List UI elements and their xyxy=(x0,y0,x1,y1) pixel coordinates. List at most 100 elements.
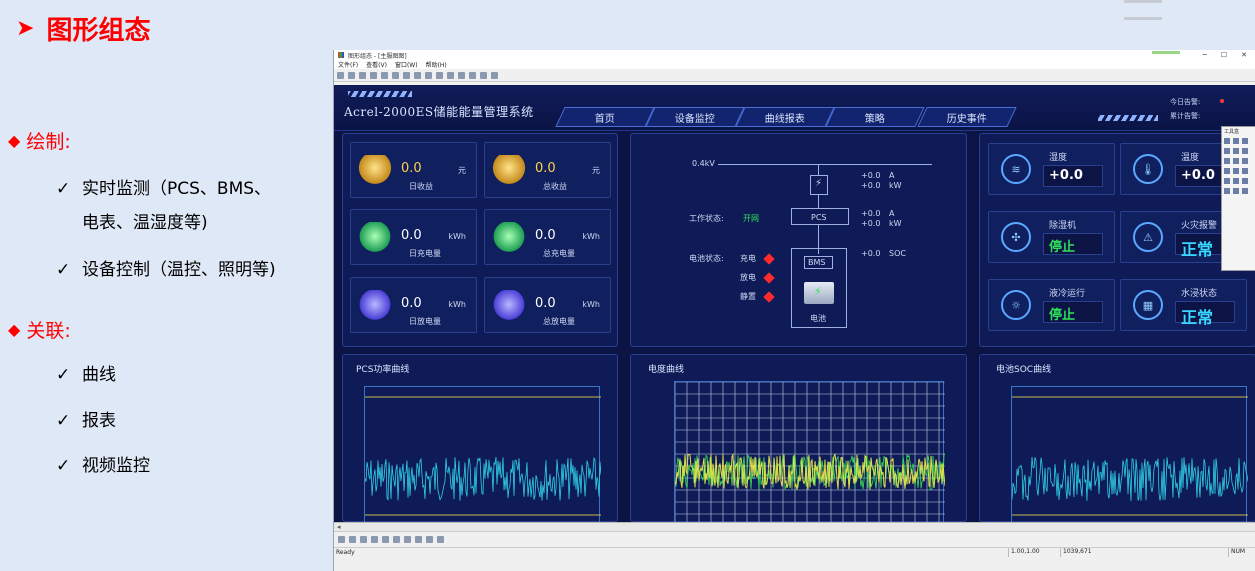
front-icon[interactable] xyxy=(415,536,422,543)
align-icon[interactable] xyxy=(469,71,476,79)
maximize-icon[interactable]: ☐ xyxy=(1221,51,1227,59)
meter-current-unit: A xyxy=(889,171,895,180)
check-icon: ✓ xyxy=(56,411,71,431)
layout-icon[interactable] xyxy=(338,536,345,543)
tool-icon[interactable] xyxy=(491,71,498,79)
toolbox-palette[interactable]: 工具盒 xyxy=(1221,126,1255,271)
total-charge-tile: 0.0 kWh 总充电量 xyxy=(484,209,611,265)
zoom-out-icon[interactable] xyxy=(436,71,443,79)
open-icon[interactable] xyxy=(348,71,355,79)
table-icon[interactable] xyxy=(1224,188,1230,194)
align-left-icon[interactable] xyxy=(349,536,356,543)
layer-icon[interactable] xyxy=(480,71,487,79)
align-center-icon[interactable] xyxy=(360,536,367,543)
total-charge-unit: kWh xyxy=(582,232,600,241)
toolbar xyxy=(334,69,1255,82)
chart-icon[interactable] xyxy=(1224,178,1230,184)
menu-help[interactable]: 帮助(H) xyxy=(426,60,447,69)
bms-label: BMS xyxy=(808,258,826,267)
list-item-text: 报表 xyxy=(82,411,116,431)
nav-device-monitor[interactable]: 设备监控 xyxy=(645,107,745,127)
status-ready: Ready xyxy=(336,549,355,556)
copy-icon[interactable] xyxy=(403,71,410,79)
run-icon[interactable] xyxy=(458,71,465,79)
horizontal-scrollbar[interactable]: ◂ xyxy=(334,522,1255,531)
day-income-icon xyxy=(357,155,393,187)
curve-icon[interactable] xyxy=(1242,158,1248,164)
decor-stripe xyxy=(348,91,412,97)
energy-plot xyxy=(674,381,946,522)
voltage-label: 0.4kV xyxy=(692,159,715,168)
minimize-icon[interactable]: ─ xyxy=(1203,51,1207,59)
total-discharge-unit: kWh xyxy=(582,300,600,309)
polygon-icon[interactable] xyxy=(1224,168,1230,174)
gauge-icon[interactable] xyxy=(1233,178,1239,184)
close-icon[interactable]: ✕ xyxy=(1241,51,1247,59)
total-charge-label: 总充电量 xyxy=(543,249,575,258)
progress-indicator xyxy=(1152,51,1180,54)
day-income-unit: 元 xyxy=(458,166,466,175)
nav-strategy[interactable]: 策略 xyxy=(825,107,925,127)
zoom-in-icon[interactable] xyxy=(425,71,432,79)
battery-icon: ⚡ xyxy=(804,282,834,304)
undo-icon[interactable] xyxy=(381,71,388,79)
list-item-text: 视频监控 xyxy=(82,456,150,476)
total-charge-icon xyxy=(491,222,527,254)
total-discharge-tile: 0.0 kWh 总放电量 xyxy=(484,277,611,333)
bullet-draw-text: 绘制: xyxy=(26,131,71,153)
video-icon[interactable] xyxy=(1242,188,1248,194)
rect-icon[interactable] xyxy=(1224,148,1230,154)
bullet-link: ◆ 关联: xyxy=(8,316,71,343)
cut-icon[interactable] xyxy=(392,71,399,79)
app-window: 图形组态 - [主服图图] ─ ☐ ✕ 文件(F) 查看(V) 窗口(W) 帮助… xyxy=(333,50,1255,571)
soc-trace xyxy=(1011,396,1249,516)
ungroup-icon[interactable] xyxy=(404,536,411,543)
day-discharge-tile: 0.0 kWh 日放电量 xyxy=(350,277,477,333)
day-income-label: 日收益 xyxy=(409,182,433,191)
check-icon: ✓ xyxy=(56,365,71,385)
list-item: ✓ 报表 xyxy=(56,404,116,438)
arc-icon[interactable] xyxy=(1233,158,1239,164)
round-rect-icon[interactable] xyxy=(1233,148,1239,154)
app-banner: Acrel-2000ES储能能量管理系统 首页 设备监控 曲线报表 策略 历史事… xyxy=(334,85,1255,131)
circle-icon[interactable] xyxy=(1242,148,1248,154)
menu-bar: 文件(F) 查看(V) 窗口(W) 帮助(H) xyxy=(334,60,1255,69)
grid-icon[interactable] xyxy=(447,71,454,79)
paste-icon[interactable] xyxy=(414,71,421,79)
app-icon xyxy=(338,52,344,58)
menu-view[interactable]: 查看(V) xyxy=(366,60,387,69)
pcs-power-plot xyxy=(364,386,602,522)
back-icon[interactable] xyxy=(426,536,433,543)
group-icon[interactable] xyxy=(393,536,400,543)
ellipse-icon[interactable] xyxy=(1224,158,1230,164)
menu-file[interactable]: 文件(F) xyxy=(338,60,358,69)
day-discharge-label: 日放电量 xyxy=(409,317,441,326)
check-icon: ✓ xyxy=(56,456,71,476)
print-icon[interactable] xyxy=(370,71,377,79)
plus-icon[interactable] xyxy=(1242,138,1248,144)
total-discharge-value: 0.0 xyxy=(535,296,556,311)
energy-chart-title: 电度曲线 xyxy=(648,365,685,375)
menu-window[interactable]: 窗口(W) xyxy=(395,60,418,69)
button-icon[interactable] xyxy=(1233,188,1239,194)
pointer-icon[interactable] xyxy=(1224,138,1230,144)
lock-icon[interactable] xyxy=(437,536,444,543)
nav-home[interactable]: 首页 xyxy=(555,107,655,127)
save-icon[interactable] xyxy=(359,71,366,79)
day-charge-label: 日充电量 xyxy=(409,249,441,258)
status-bar: Ready 1.00,1.00 1039,671 NUM xyxy=(334,547,1255,571)
text-icon[interactable] xyxy=(1233,168,1239,174)
align-right-icon[interactable] xyxy=(371,536,378,543)
image-icon[interactable] xyxy=(1242,168,1248,174)
nav-history-events[interactable]: 历史事件 xyxy=(917,107,1017,127)
nav-curve-report[interactable]: 曲线报表 xyxy=(735,107,835,127)
day-charge-value: 0.0 xyxy=(401,228,422,243)
check-icon: ✓ xyxy=(56,260,71,280)
signal-trace xyxy=(364,456,602,501)
distribute-icon[interactable] xyxy=(382,536,389,543)
line-icon[interactable] xyxy=(1233,138,1239,144)
pcs-current-unit: A xyxy=(889,209,895,218)
bar-icon[interactable] xyxy=(1242,178,1248,184)
list-item: ✓ 设备控制（温控、照明等) xyxy=(56,253,276,287)
new-icon[interactable] xyxy=(337,71,344,79)
